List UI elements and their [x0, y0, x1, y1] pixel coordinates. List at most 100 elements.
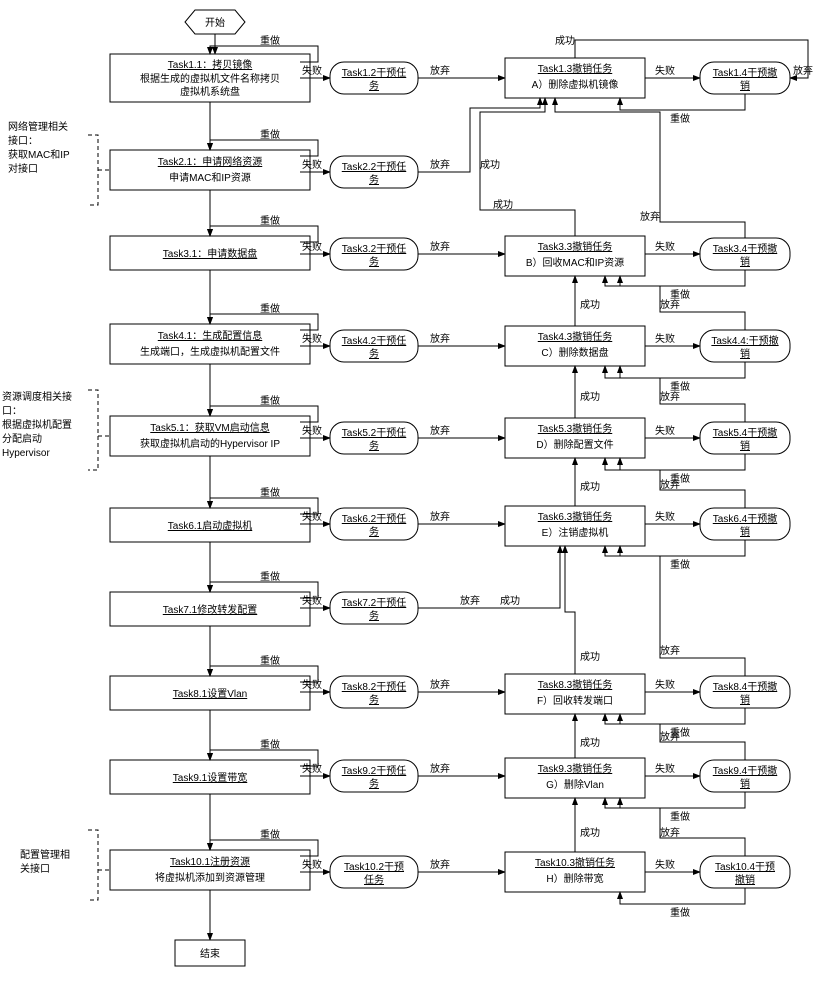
task-6-4-l2: 销 — [740, 525, 750, 538]
svg-text:失败: 失败 — [302, 158, 322, 171]
task-1-4-l2: 销 — [740, 79, 750, 92]
task-3-2-l2: 务 — [369, 255, 379, 268]
task-3-4-l2: 销 — [740, 255, 750, 268]
svg-text:放弃: 放弃 — [430, 858, 450, 871]
task-10-3-desc: H）删除带宽 — [546, 872, 603, 885]
task-1-3-title: Task1.3撤销任务 — [538, 62, 612, 75]
svg-text:成功: 成功 — [480, 159, 500, 171]
edge-fail-r: 失败 — [655, 64, 675, 77]
edge-redo-r1r: 重做 — [670, 112, 690, 125]
svg-text:失败: 失败 — [655, 762, 675, 775]
svg-text:放弃: 放弃 — [430, 332, 450, 345]
svg-text:重做: 重做 — [260, 570, 280, 583]
svg-text:重做: 重做 — [260, 394, 280, 407]
task-5-3-desc: D）删除配置文件 — [536, 438, 613, 451]
svg-text:Hypervisor: Hypervisor — [2, 448, 50, 459]
task-1-2-l1: Task1.2干预任 — [342, 66, 406, 79]
task-5-4-l2: 销 — [740, 439, 750, 452]
task-10-2-l2: 任务 — [364, 873, 384, 886]
svg-text:放弃: 放弃 — [460, 594, 480, 607]
task-10-4-l2: 撤销 — [735, 873, 755, 886]
svg-text:成功: 成功 — [580, 481, 600, 493]
task-3-2-l1: Task3.2干预任 — [342, 242, 406, 255]
svg-text:放弃: 放弃 — [430, 678, 450, 691]
svg-text:成功: 成功 — [493, 199, 513, 211]
svg-text:失败: 失败 — [302, 332, 322, 345]
svg-text:成功: 成功 — [580, 651, 600, 663]
svg-text:失败: 失败 — [302, 678, 322, 691]
svg-text:重做: 重做 — [670, 558, 690, 571]
task-1-1-desc2: 虚拟机系统盘 — [180, 85, 240, 98]
svg-text:放弃: 放弃 — [430, 510, 450, 523]
anno-sched-l1: 资源调度相关接 — [2, 390, 72, 403]
task-3-3-desc: B）回收MAC和IP资源 — [526, 256, 624, 269]
svg-text:关接口: 关接口 — [20, 862, 50, 875]
task-4-3-desc: C）删除数据盘 — [541, 346, 608, 359]
task-8-2-l1: Task8.2干预任 — [342, 680, 406, 693]
svg-text:成功: 成功 — [580, 827, 600, 839]
svg-text:失败: 失败 — [302, 424, 322, 437]
task-10-1-title: Task10.1注册资源 — [170, 855, 250, 868]
svg-text:放弃: 放弃 — [430, 424, 450, 437]
task-2-2-l1: Task2.2干预任 — [342, 160, 406, 173]
task-6-3-title: Task6.3撤销任务 — [538, 510, 612, 523]
task-8-4-l1: Task8.4干预撤 — [713, 680, 777, 693]
task-6-3-desc: E）注销虚拟机 — [542, 526, 609, 539]
anno-net-l1: 网络管理相关 — [8, 120, 68, 133]
task-6-2-l1: Task6.2干预任 — [342, 512, 406, 525]
svg-text:放弃: 放弃 — [430, 762, 450, 775]
task-9-4-l1: Task9.4干预撤 — [713, 764, 777, 777]
task-5-2-l2: 务 — [369, 439, 379, 452]
svg-text:成功: 成功 — [580, 299, 600, 311]
task-10-1-desc: 将虚拟机添加到资源管理 — [155, 871, 265, 884]
svg-text:重做: 重做 — [260, 486, 280, 499]
svg-text:放弃: 放弃 — [430, 158, 450, 171]
task-6-4-l1: Task6.4干预撤 — [713, 512, 777, 525]
task-2-2-l2: 务 — [369, 173, 379, 186]
svg-text:失败: 失败 — [302, 510, 322, 523]
row-2: Task2.1：申请网络资源 申请MAC和IP资源 重做 失败 Task2.2干… — [8, 98, 540, 205]
task-5-1-desc: 获取虚拟机启动的Hypervisor IP — [140, 437, 280, 450]
task-8-1-title: Task8.1设置Vlan — [173, 688, 247, 700]
svg-text:放弃: 放弃 — [640, 210, 660, 223]
task-5-3-title: Task5.3撤销任务 — [538, 422, 612, 435]
task-7-2-l2: 务 — [369, 609, 379, 622]
task-1-4-l1: Task1.4干预撤 — [713, 66, 777, 79]
svg-text:失败: 失败 — [655, 332, 675, 345]
row-8: Task8.1设置Vlan 重做 失败 Task8.2干预任 务 放弃 Task… — [110, 546, 790, 739]
task-3-1-title: Task3.1：申请数据盘 — [163, 247, 257, 260]
svg-text:失败: 失败 — [302, 594, 322, 607]
task-9-2-l2: 务 — [369, 777, 379, 790]
task-8-4-l2: 销 — [740, 693, 750, 706]
svg-text:获取MAC和IP: 获取MAC和IP — [8, 149, 70, 161]
task-7-2-l1: Task7.2干预任 — [342, 596, 406, 609]
svg-text:接口：: 接口： — [8, 134, 38, 147]
svg-text:放弃: 放弃 — [660, 390, 680, 403]
svg-text:失败: 失败 — [655, 424, 675, 437]
svg-text:根据虚拟机配置: 根据虚拟机配置 — [2, 418, 72, 431]
svg-text:放弃: 放弃 — [660, 730, 680, 743]
svg-text:重做: 重做 — [260, 654, 280, 667]
start-label: 开始 — [205, 16, 225, 29]
task-1-1-title: Task1.1：拷贝镜像 — [168, 58, 252, 71]
svg-text:失败: 失败 — [655, 678, 675, 691]
task-1-2-l2: 务 — [369, 79, 379, 92]
svg-text:放弃: 放弃 — [430, 240, 450, 253]
task-8-3-desc: F）回收转发端口 — [537, 694, 613, 707]
task-6-2-l2: 务 — [369, 525, 379, 538]
task-1-1-desc: 根据生成的虚拟机文件名称拷贝 — [140, 72, 280, 85]
task-5-4-l1: Task5.4干预撤 — [713, 426, 777, 439]
task-10-3-title: Task10.3撤销任务 — [535, 856, 615, 869]
task-8-2-l2: 务 — [369, 693, 379, 706]
task-9-3-desc: G）删除Vlan — [546, 778, 604, 791]
svg-text:重做: 重做 — [260, 738, 280, 751]
svg-text:成功: 成功 — [500, 595, 520, 607]
svg-text:放弃: 放弃 — [660, 644, 680, 657]
svg-text:重做: 重做 — [260, 128, 280, 141]
task-8-3-title: Task8.3撤销任务 — [538, 678, 612, 691]
task-10-4-l1: Task10.4干预 — [715, 861, 775, 873]
flowchart: 开始 Task1.1：拷贝镜像 根据生成的虚拟机文件名称拷贝 虚拟机系统盘 重做… — [0, 0, 820, 1000]
edge-redo: 重做 — [260, 34, 280, 47]
anno-cfg-l1: 配置管理相 — [20, 848, 70, 861]
task-4-3-title: Task4.3撤销任务 — [538, 330, 612, 343]
